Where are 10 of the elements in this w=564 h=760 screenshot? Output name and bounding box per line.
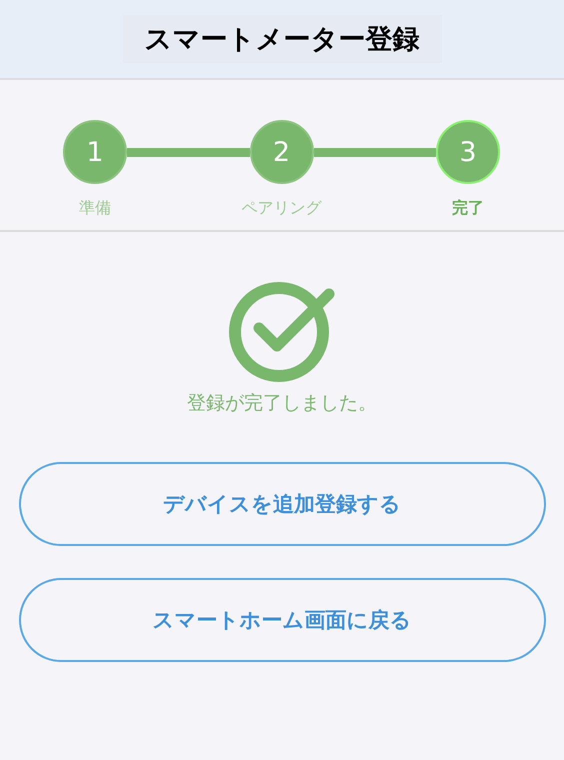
step-label: ペアリング [242,198,322,219]
screen-title: スマートメーター登録 [122,15,442,63]
action-button[interactable]: デバイスを追加登録する [18,462,546,546]
step-circle: 2 [250,120,314,184]
step-circle: 3 [436,120,500,184]
step-label: 準備 [79,198,111,219]
action-button[interactable]: スマートホーム画面に戻る [18,578,546,662]
step-circle: 1 [63,120,127,184]
completion-message: 登録が完了しました。 [187,391,377,416]
step-label: 完了 [452,198,484,219]
